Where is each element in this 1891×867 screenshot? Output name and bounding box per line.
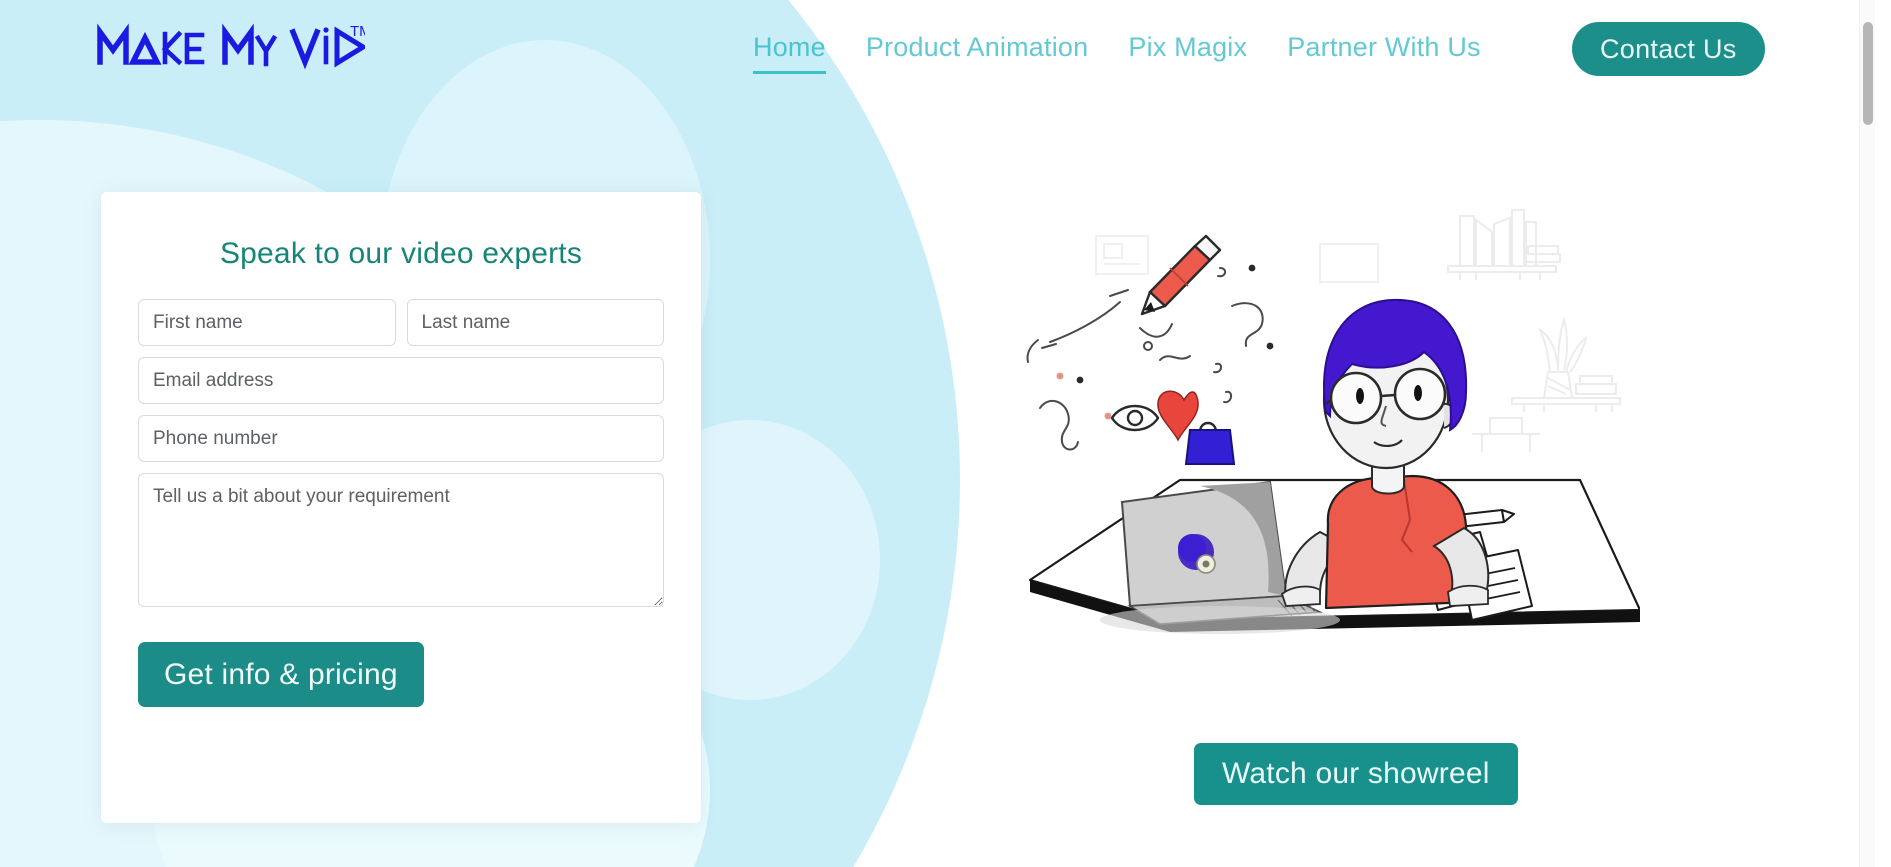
brand-logo[interactable]: TM bbox=[97, 22, 365, 74]
blue-bag-icon bbox=[1184, 421, 1236, 465]
bookshelf-outline-icon bbox=[1447, 209, 1561, 280]
person-figure bbox=[1280, 298, 1490, 610]
page-root: TM Home Product Animation Pix Magix Part… bbox=[0, 0, 1875, 867]
frame-outline-icon bbox=[1319, 243, 1379, 283]
logo-wordmark-icon: TM bbox=[97, 23, 365, 70]
first-name-input[interactable] bbox=[138, 299, 396, 346]
last-name-input[interactable] bbox=[406, 299, 664, 346]
get-info-pricing-button[interactable]: Get info & pricing bbox=[138, 642, 424, 707]
contact-form: Get info & pricing bbox=[101, 299, 701, 707]
contact-form-card: Speak to our video experts Get info & pr… bbox=[101, 192, 701, 823]
nav-item-home[interactable]: Home bbox=[733, 30, 846, 74]
nav-item-product-animation[interactable]: Product Animation bbox=[846, 30, 1109, 64]
contact-us-button[interactable]: Contact Us bbox=[1572, 22, 1765, 76]
hero-illustration bbox=[1020, 180, 1640, 700]
plant-shelf-outline-icon bbox=[1511, 316, 1621, 412]
svg-text:TM: TM bbox=[350, 23, 365, 40]
phone-input[interactable] bbox=[138, 415, 664, 462]
site-header: TM Home Product Animation Pix Magix Part… bbox=[0, 0, 1875, 92]
red-pencil-icon bbox=[1140, 234, 1222, 316]
nav-item-pix-magix[interactable]: Pix Magix bbox=[1108, 30, 1267, 64]
watch-showreel-button[interactable]: Watch our showreel bbox=[1194, 743, 1518, 805]
email-input[interactable] bbox=[138, 357, 664, 404]
scrollbar-thumb[interactable] bbox=[1863, 22, 1873, 125]
eye-icon bbox=[1110, 404, 1160, 432]
nav-item-partner-with-us[interactable]: Partner With Us bbox=[1267, 30, 1501, 64]
form-title: Speak to our video experts bbox=[219, 237, 583, 270]
monitor-outline-icon bbox=[1095, 235, 1149, 275]
main-navigation: Home Product Animation Pix Magix Partner… bbox=[733, 30, 1501, 74]
vertical-scrollbar[interactable] bbox=[1859, 0, 1875, 867]
table-outline-icon bbox=[1472, 417, 1540, 452]
requirement-textarea[interactable] bbox=[138, 473, 664, 607]
name-row bbox=[138, 299, 664, 357]
